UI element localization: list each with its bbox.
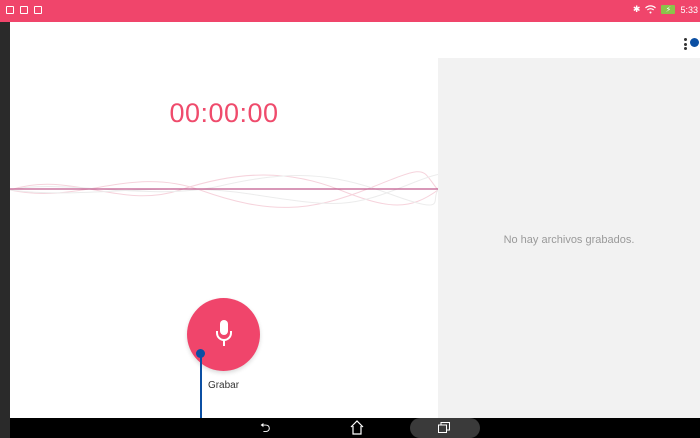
notification-icon bbox=[20, 6, 28, 14]
navigation-bar: ⮌ bbox=[10, 418, 700, 438]
notification-icon bbox=[34, 6, 42, 14]
back-icon[interactable]: ⮌ bbox=[260, 421, 270, 435]
screen-edge bbox=[0, 22, 10, 438]
overflow-menu-icon[interactable] bbox=[683, 38, 689, 50]
notification-icon bbox=[6, 6, 14, 14]
record-button[interactable] bbox=[187, 298, 260, 371]
recording-timer: 00:00:00 bbox=[169, 98, 279, 128]
recordings-list: No hay archivos grabados. bbox=[438, 58, 700, 418]
recent-apps-button[interactable] bbox=[410, 418, 480, 438]
status-time: 5:33 bbox=[680, 4, 698, 15]
status-bar: ✱ ⚡ 5:33 bbox=[0, 0, 700, 22]
battery-icon: ⚡ bbox=[661, 5, 676, 14]
status-notifications bbox=[6, 6, 42, 14]
bluetooth-icon: ✱ bbox=[632, 4, 641, 14]
annotation-marker bbox=[690, 38, 699, 47]
recent-apps-icon bbox=[438, 422, 450, 433]
empty-state-text: No hay archivos grabados. bbox=[503, 234, 635, 246]
record-label: Grabar bbox=[207, 380, 240, 391]
wifi-icon bbox=[645, 5, 657, 14]
status-indicators: ✱ ⚡ 5:33 bbox=[633, 4, 698, 15]
microphone-icon bbox=[216, 320, 232, 346]
waveform-visual bbox=[10, 171, 438, 208]
home-icon[interactable] bbox=[350, 419, 364, 435]
